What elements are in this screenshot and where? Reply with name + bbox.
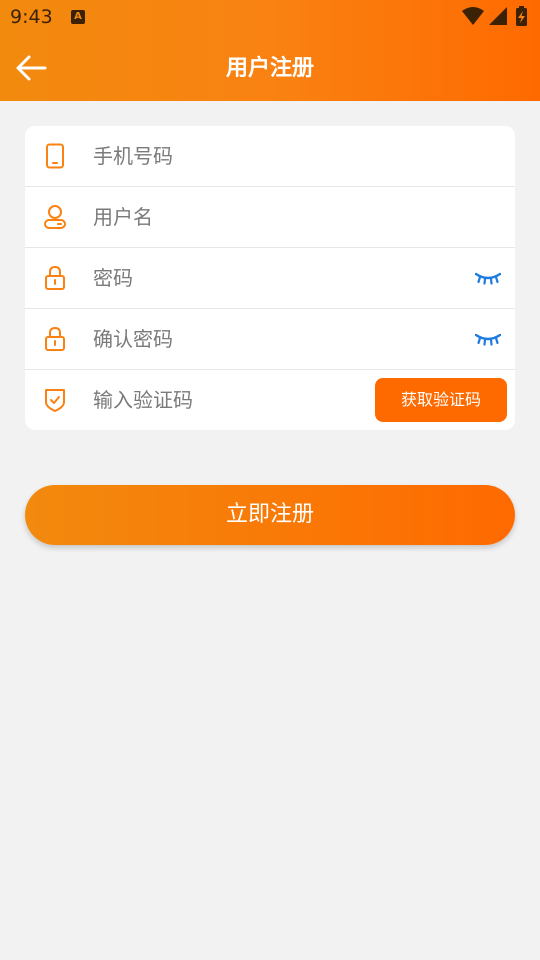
cell-signal-icon <box>489 7 507 25</box>
page-title: 用户注册 <box>225 56 314 81</box>
password-input[interactable] <box>93 262 393 294</box>
notification-app-icon: A <box>71 10 85 24</box>
status-time: 9:43 <box>10 6 53 28</box>
confirm-password-input[interactable] <box>93 323 393 355</box>
app-header: 9:43 A 用户注册 <box>0 0 540 101</box>
status-icons <box>462 6 532 28</box>
eye-closed-icon[interactable] <box>475 331 501 347</box>
register-button[interactable]: 立即注册 <box>25 485 515 545</box>
shield-check-icon <box>45 389 65 412</box>
register-form: 获取验证码 <box>25 126 515 430</box>
lock-icon <box>45 265 65 290</box>
status-indicators <box>462 6 527 26</box>
confirm-password-row <box>25 309 515 370</box>
verification-code-row: 获取验证码 <box>25 370 515 430</box>
wifi-icon <box>462 7 484 25</box>
status-bar: 9:43 A <box>0 0 540 36</box>
phone-icon <box>46 143 64 169</box>
password-row <box>25 248 515 309</box>
battery-charging-icon <box>516 6 527 26</box>
username-input[interactable] <box>93 201 393 233</box>
phone-row <box>25 126 515 187</box>
user-icon <box>44 205 66 229</box>
eye-closed-icon[interactable] <box>475 270 501 286</box>
verification-code-input[interactable] <box>93 384 323 416</box>
lock-icon <box>45 326 65 351</box>
username-row <box>25 187 515 248</box>
phone-input[interactable] <box>93 140 393 172</box>
get-code-button[interactable]: 获取验证码 <box>375 378 507 422</box>
